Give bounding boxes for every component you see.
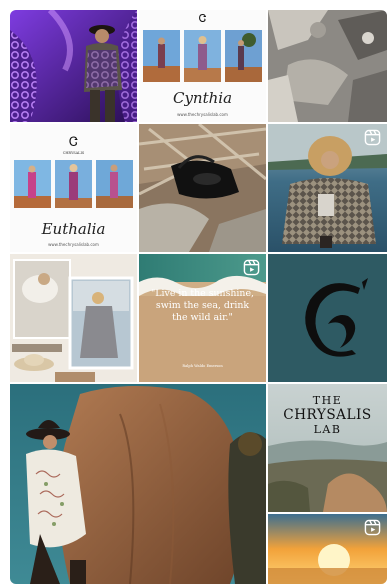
reels-icon (364, 129, 381, 146)
photo-purple-crochet (10, 10, 137, 122)
grid-tile-purple-crochet[interactable] (10, 10, 137, 122)
svg-text:Ꮳ: Ꮳ (199, 12, 207, 25)
collage-cynthia: Ꮳ Cynthia www.thechrysalislab.com (139, 10, 266, 122)
collage-brand: CHRYSALIS (63, 151, 85, 155)
grid-tile-quote[interactable]: "Live in the sunshine, swim the sea, dri… (139, 254, 266, 382)
grid-tile-title[interactable]: THE CHRYSALIS LAB (268, 384, 387, 512)
photo-bag-driftwood (139, 124, 266, 252)
photo-rock-texture (268, 10, 387, 122)
grid-tile-hat-rock[interactable] (10, 384, 266, 584)
reels-icon (364, 519, 381, 536)
brand-title-chrysalis: CHRYSALIS (283, 407, 372, 423)
brand-logo (268, 254, 387, 382)
grid-tile-sunset[interactable] (268, 514, 387, 584)
photo-hat-rock (10, 384, 266, 584)
brand-title-the: THE (312, 394, 343, 407)
photo-moodboard (10, 254, 137, 382)
grid-tile-jacket[interactable] (268, 124, 387, 252)
brand-title-lab: LAB (313, 423, 342, 436)
media-grid: Ꮳ Cynthia www.thechrysalislab.com Ꮳ CHRY… (10, 10, 387, 584)
collage-euthalia: Ꮳ CHRYSALIS Euthalia www.thechrysalislab… (10, 124, 137, 252)
reels-icon (243, 259, 260, 276)
quote-author: Ralph Waldo Emerson (182, 364, 223, 368)
grid-tile-logo[interactable] (268, 254, 387, 382)
collage-url: www.thechrysalislab.com (48, 242, 99, 247)
grid-tile-moodboard[interactable] (10, 254, 137, 382)
grid-tile-euthalia[interactable]: Ꮳ CHRYSALIS Euthalia www.thechrysalislab… (10, 124, 137, 252)
collage-script-title: Cynthia (173, 89, 232, 107)
collage-url: www.thechrysalislab.com (177, 112, 228, 117)
svg-text:Ꮳ: Ꮳ (69, 135, 78, 150)
quote-text: "Live in the sunshine, swim the sea, dri… (150, 288, 254, 323)
grid-tile-rock[interactable] (268, 10, 387, 122)
grid-tile-cynthia[interactable]: Ꮳ Cynthia www.thechrysalislab.com (139, 10, 266, 122)
brand-title: THE CHRYSALIS LAB (268, 394, 387, 436)
grid-tile-bag[interactable] (139, 124, 266, 252)
collage-script-title: Euthalia (41, 220, 106, 238)
